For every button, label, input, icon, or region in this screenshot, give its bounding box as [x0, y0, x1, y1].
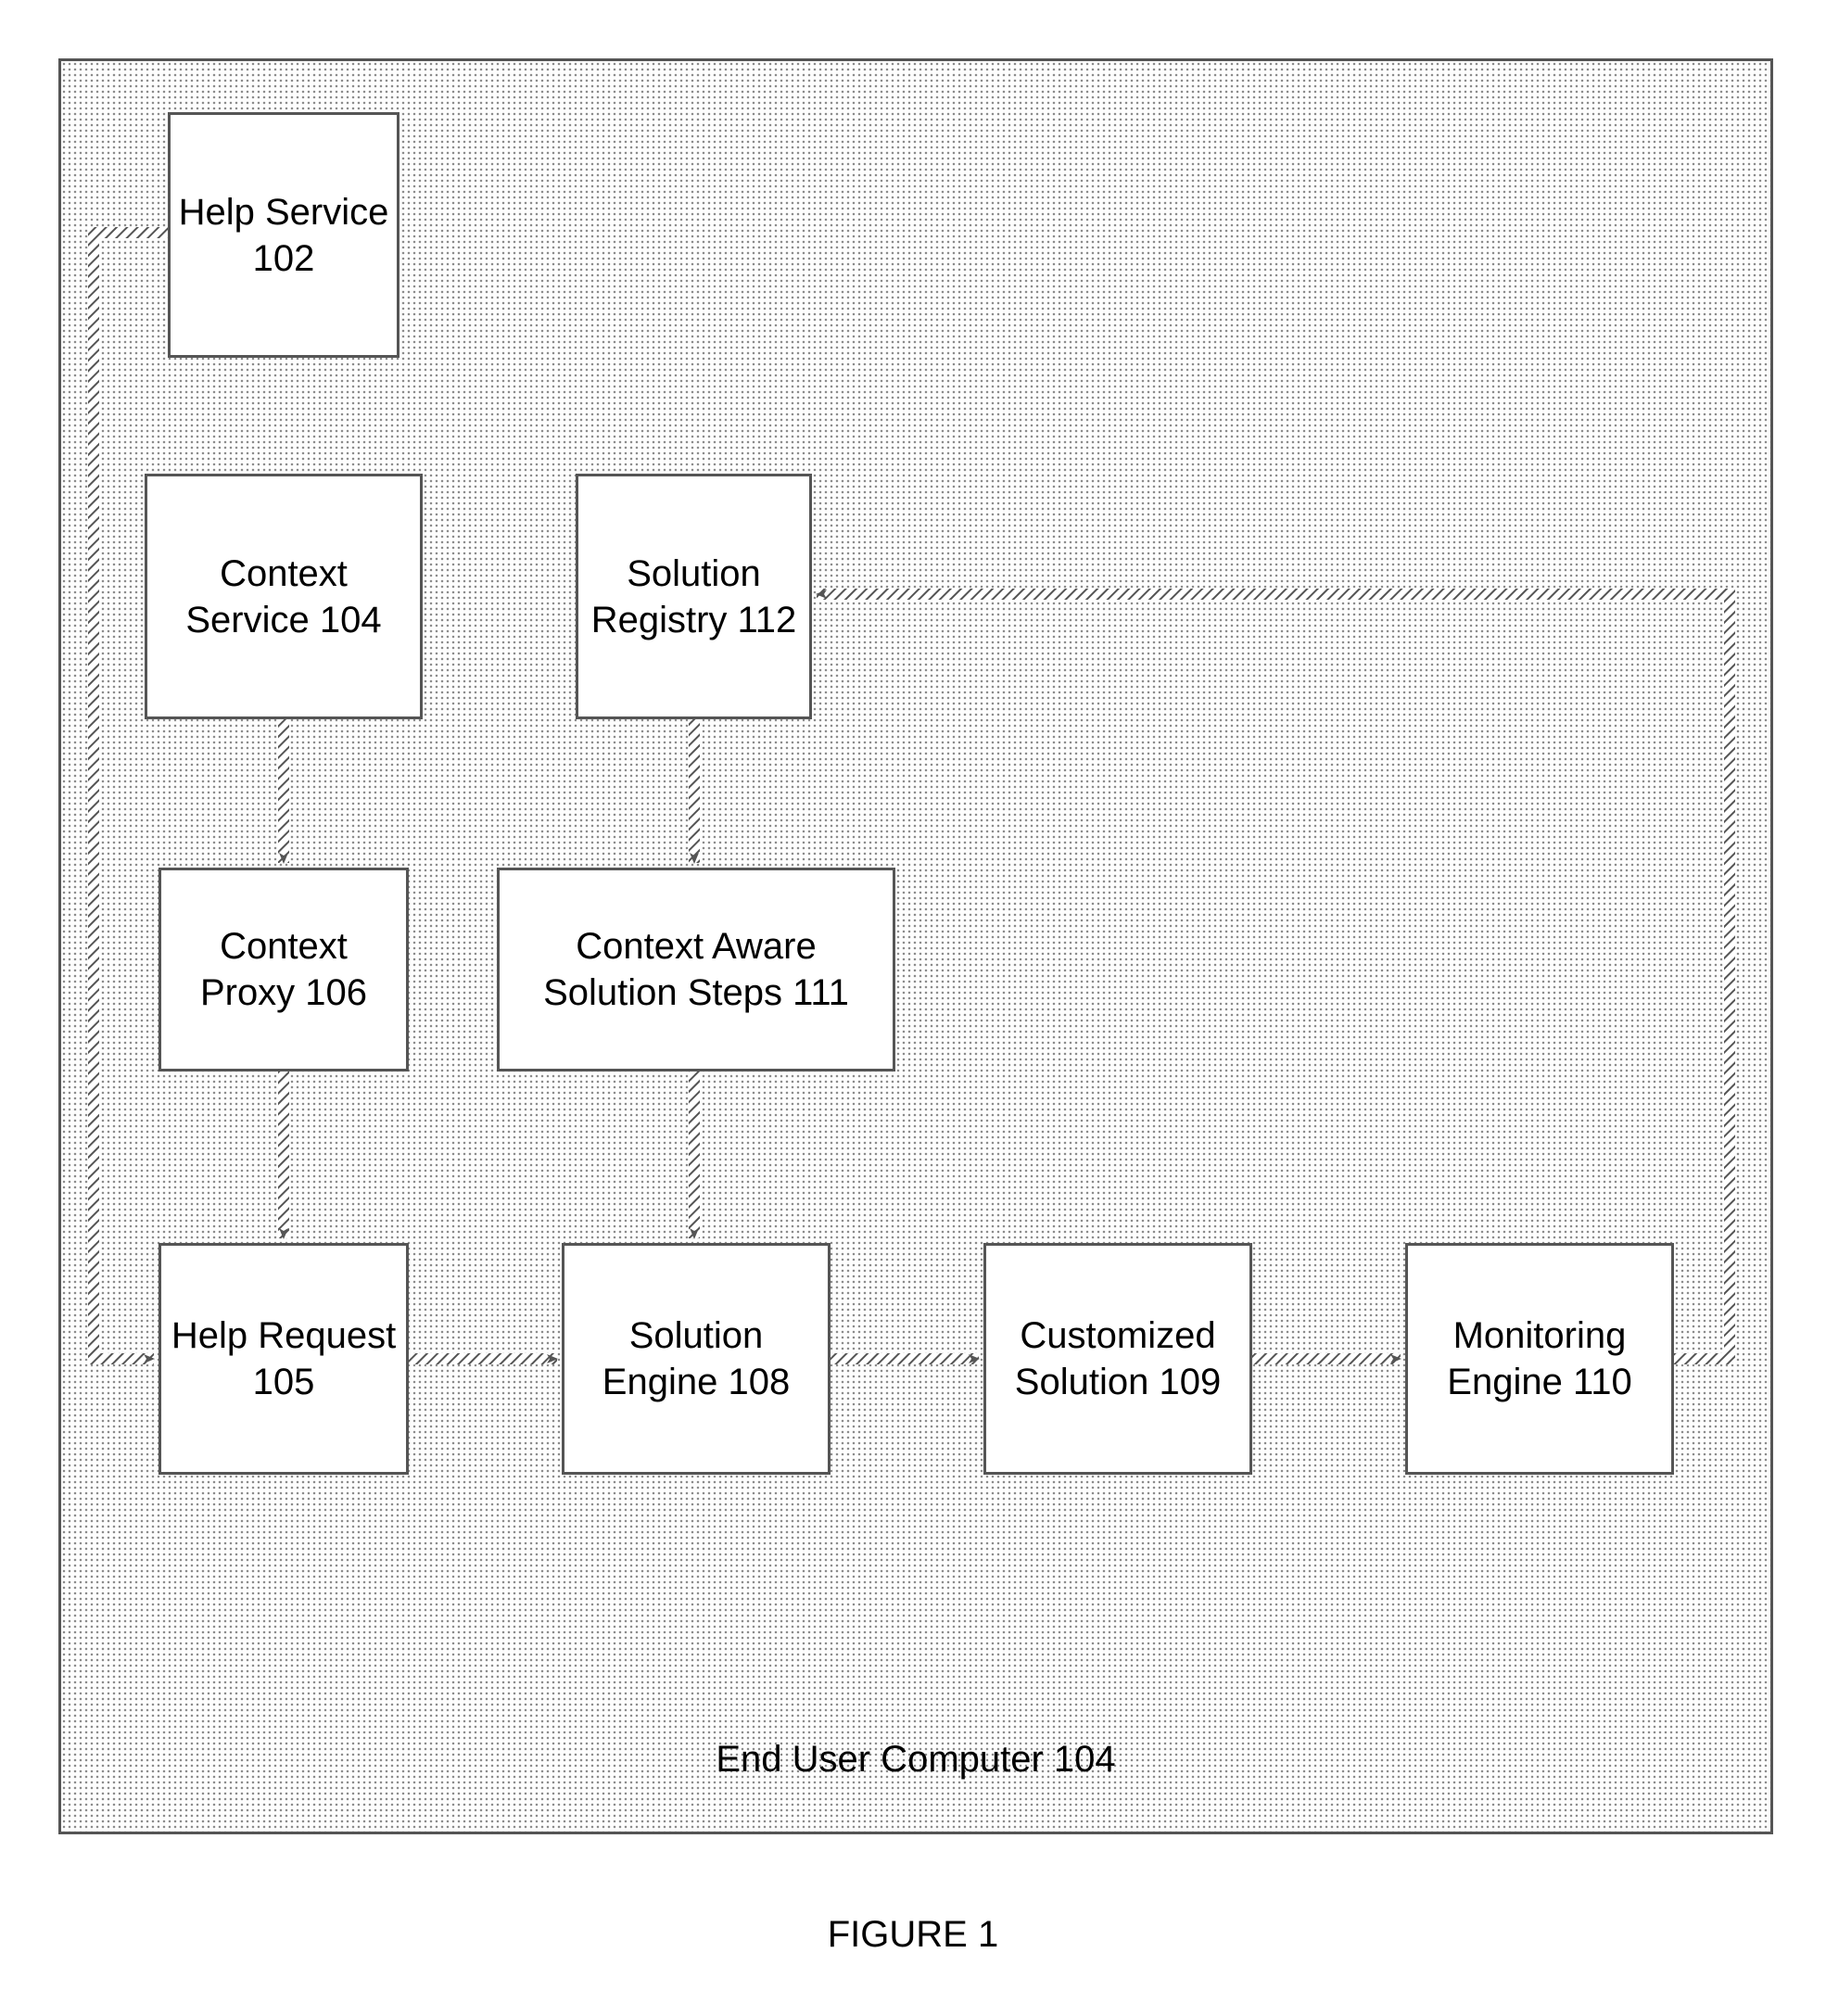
box-monitoring-engine: Monitoring Engine 110 — [1405, 1243, 1674, 1475]
box-solution-registry: Solution Registry 112 — [576, 474, 812, 719]
page: Help Service 102 Context Service 104 Sol… — [0, 0, 1826, 2016]
box-customized-solution: Customized Solution 109 — [983, 1243, 1252, 1475]
label-context-aware-steps: Context Aware Solution Steps 111 — [507, 923, 885, 1016]
box-context-service: Context Service 104 — [145, 474, 423, 719]
box-solution-engine: Solution Engine 108 — [562, 1243, 831, 1475]
label-customized-solution: Customized Solution 109 — [994, 1312, 1242, 1405]
label-solution-engine: Solution Engine 108 — [572, 1312, 820, 1405]
figure-caption: FIGURE 1 — [0, 1914, 1826, 1956]
label-context-service: Context Service 104 — [155, 551, 412, 643]
label-context-proxy: Context Proxy 106 — [169, 923, 399, 1016]
box-context-aware-steps: Context Aware Solution Steps 111 — [497, 868, 895, 1071]
container-caption: End User Computer 104 — [61, 1739, 1770, 1781]
box-help-service: Help Service 102 — [168, 112, 399, 358]
label-solution-registry: Solution Registry 112 — [586, 551, 802, 643]
box-help-request: Help Request 105 — [159, 1243, 409, 1475]
label-monitoring-engine: Monitoring Engine 110 — [1415, 1312, 1664, 1405]
box-context-proxy: Context Proxy 106 — [159, 868, 409, 1071]
end-user-computer-container: Help Service 102 Context Service 104 Sol… — [58, 58, 1773, 1834]
arrow-helpservice-helprequest — [94, 233, 168, 1359]
label-help-service: Help Service 102 — [178, 189, 389, 282]
label-help-request: Help Request 105 — [169, 1312, 399, 1405]
